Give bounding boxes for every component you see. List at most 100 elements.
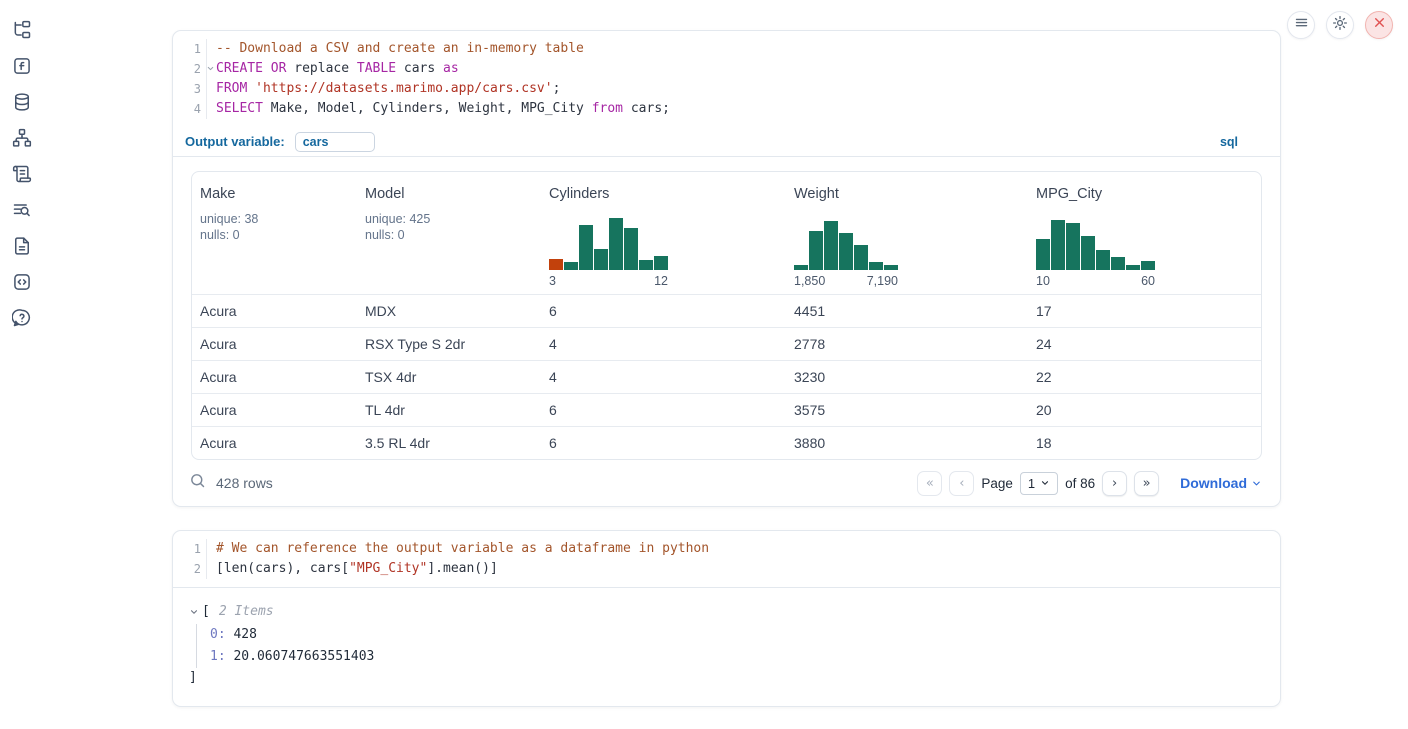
histogram-bar[interactable]: [1051, 220, 1065, 270]
weight-histogram[interactable]: 1,8507,190: [794, 218, 1020, 294]
histogram-bar[interactable]: [1081, 236, 1095, 270]
axis-label: 7,190: [867, 274, 898, 288]
output-variable-input[interactable]: [295, 132, 375, 152]
sql-cell: 1-- Download a CSV and create an in-memo…: [172, 30, 1281, 507]
download-button[interactable]: Download: [1180, 475, 1262, 491]
column-header-make[interactable]: Make unique: 38nulls: 0: [192, 186, 357, 294]
histogram-bar[interactable]: [594, 249, 608, 270]
histogram-bar[interactable]: [1036, 239, 1050, 270]
mpg-city-histogram[interactable]: 10 60: [1036, 218, 1253, 294]
histogram-bar[interactable]: [824, 221, 838, 270]
data-table: Make unique: 38nulls: 0 Model unique: 42…: [191, 171, 1262, 460]
search-icon[interactable]: [189, 472, 206, 494]
left-panel-sidebar: [0, 0, 44, 729]
first-page-button[interactable]: «: [917, 471, 942, 496]
table-cell: 3880: [786, 435, 1028, 451]
histogram-bar[interactable]: [839, 233, 853, 270]
histogram-bar[interactable]: [564, 262, 578, 270]
column-header-model[interactable]: Model unique: 425nulls: 0: [357, 186, 541, 294]
histogram-bar[interactable]: [1096, 250, 1110, 270]
column-header-cylinders[interactable]: Cylinders 312: [541, 186, 786, 294]
histogram-bar[interactable]: [1141, 261, 1155, 270]
tree-entry: 1: 20.060747663551403: [210, 646, 1264, 668]
notebook-toolbar: [1287, 11, 1393, 39]
pagination: « ‹ Page 1 of 86 › » Download: [917, 471, 1262, 496]
code-text: # We can reference the output variable a…: [207, 539, 709, 559]
line-number: 3: [173, 79, 207, 99]
histogram-bar[interactable]: [1126, 265, 1140, 270]
sidebar-item-dependencies[interactable]: [12, 130, 32, 150]
settings-button[interactable]: [1326, 11, 1354, 39]
code-square-icon: [12, 272, 32, 297]
last-page-button[interactable]: »: [1134, 471, 1159, 496]
network-icon: [12, 128, 32, 153]
sidebar-item-help[interactable]: [12, 310, 32, 330]
line-number: 4: [173, 99, 207, 119]
table-cell: 2778: [786, 336, 1028, 352]
sidebar-item-logs[interactable]: [12, 166, 32, 186]
sidebar-item-snippets[interactable]: [12, 274, 32, 294]
line-number: 1: [173, 539, 207, 559]
next-page-button[interactable]: ›: [1102, 471, 1127, 496]
python-code-editor[interactable]: 1# We can reference the output variable …: [173, 531, 1280, 587]
histogram-bar[interactable]: [1066, 223, 1080, 270]
table-cell: TL 4dr: [357, 402, 541, 418]
sidebar-item-variables[interactable]: [12, 58, 32, 78]
histogram-bar[interactable]: [869, 262, 883, 270]
histogram-bar[interactable]: [809, 231, 823, 270]
histogram-bar[interactable]: [884, 265, 898, 270]
sidebar-item-datasources[interactable]: [12, 94, 32, 114]
notebook-menu-button[interactable]: [1287, 11, 1315, 39]
code-text: [len(cars), cars["MPG_City"].mean()]: [207, 559, 498, 579]
sidebar-item-documentation[interactable]: [12, 238, 32, 258]
table-cell: Acura: [192, 435, 357, 451]
shutdown-button[interactable]: [1365, 11, 1393, 39]
page-label: Page: [981, 476, 1013, 491]
line-number: 1: [173, 39, 207, 59]
line-number: 2: [173, 559, 207, 579]
fold-chevron-icon[interactable]: [206, 64, 215, 73]
table-cell: 6: [541, 435, 786, 451]
sidebar-item-file-explorer[interactable]: [12, 22, 32, 42]
table-cell: 4: [541, 336, 786, 352]
histogram-bar[interactable]: [794, 265, 808, 270]
histogram-bar[interactable]: [654, 256, 668, 270]
histogram-bar[interactable]: [624, 228, 638, 270]
histogram-bar[interactable]: [549, 259, 563, 270]
histogram-bar[interactable]: [854, 245, 868, 270]
list-search-icon: [12, 200, 32, 225]
histogram-bar[interactable]: [1111, 257, 1125, 270]
histogram-bar[interactable]: [609, 218, 623, 270]
table-cell: 6: [541, 303, 786, 319]
table-footer: 428 rows « ‹ Page 1 of 86 › » Download: [173, 460, 1280, 506]
chevron-down-icon: [1040, 478, 1050, 488]
code-line: 4SELECT Make, Model, Cylinders, Weight, …: [173, 99, 1280, 119]
table-cell: 3575: [786, 402, 1028, 418]
axis-label: 10: [1036, 274, 1050, 288]
collapse-chevron-icon[interactable]: [189, 607, 199, 617]
table-body: AcuraMDX6445117AcuraRSX Type S 2dr427782…: [192, 294, 1261, 459]
stat-unique: unique: 425: [365, 211, 533, 227]
column-header-weight[interactable]: Weight 1,8507,190: [786, 186, 1028, 294]
column-header-mpg-city[interactable]: MPG_City 1060: [1028, 186, 1261, 294]
sql-code-editor[interactable]: 1-- Download a CSV and create an in-memo…: [173, 31, 1280, 127]
bracket-close: ]: [189, 668, 1264, 688]
table-header: Make unique: 38nulls: 0 Model unique: 42…: [192, 172, 1261, 294]
tree-entries: 0: 4281: 20.060747663551403: [196, 624, 1264, 668]
output-variable-label: Output variable:: [185, 134, 285, 149]
axis-label: 60: [1141, 274, 1155, 288]
cylinders-histogram[interactable]: 312: [549, 218, 778, 294]
code-line: 3FROM 'https://datasets.marimo.app/cars.…: [173, 79, 1280, 99]
histogram-bar[interactable]: [579, 225, 593, 270]
table-cell: 4: [541, 369, 786, 385]
previous-page-button[interactable]: ‹: [949, 471, 974, 496]
file-text-icon: [12, 236, 32, 261]
scroll-icon: [12, 164, 32, 189]
sidebar-item-outline[interactable]: [12, 202, 32, 222]
axis-label: 3: [549, 274, 556, 288]
line-number: 2: [173, 59, 207, 79]
page-select[interactable]: 1: [1020, 472, 1058, 495]
output-tree: [ 2 Items 0: 4281: 20.060747663551403 ]: [173, 588, 1280, 706]
table-cell: Acura: [192, 369, 357, 385]
histogram-bar[interactable]: [639, 260, 653, 270]
